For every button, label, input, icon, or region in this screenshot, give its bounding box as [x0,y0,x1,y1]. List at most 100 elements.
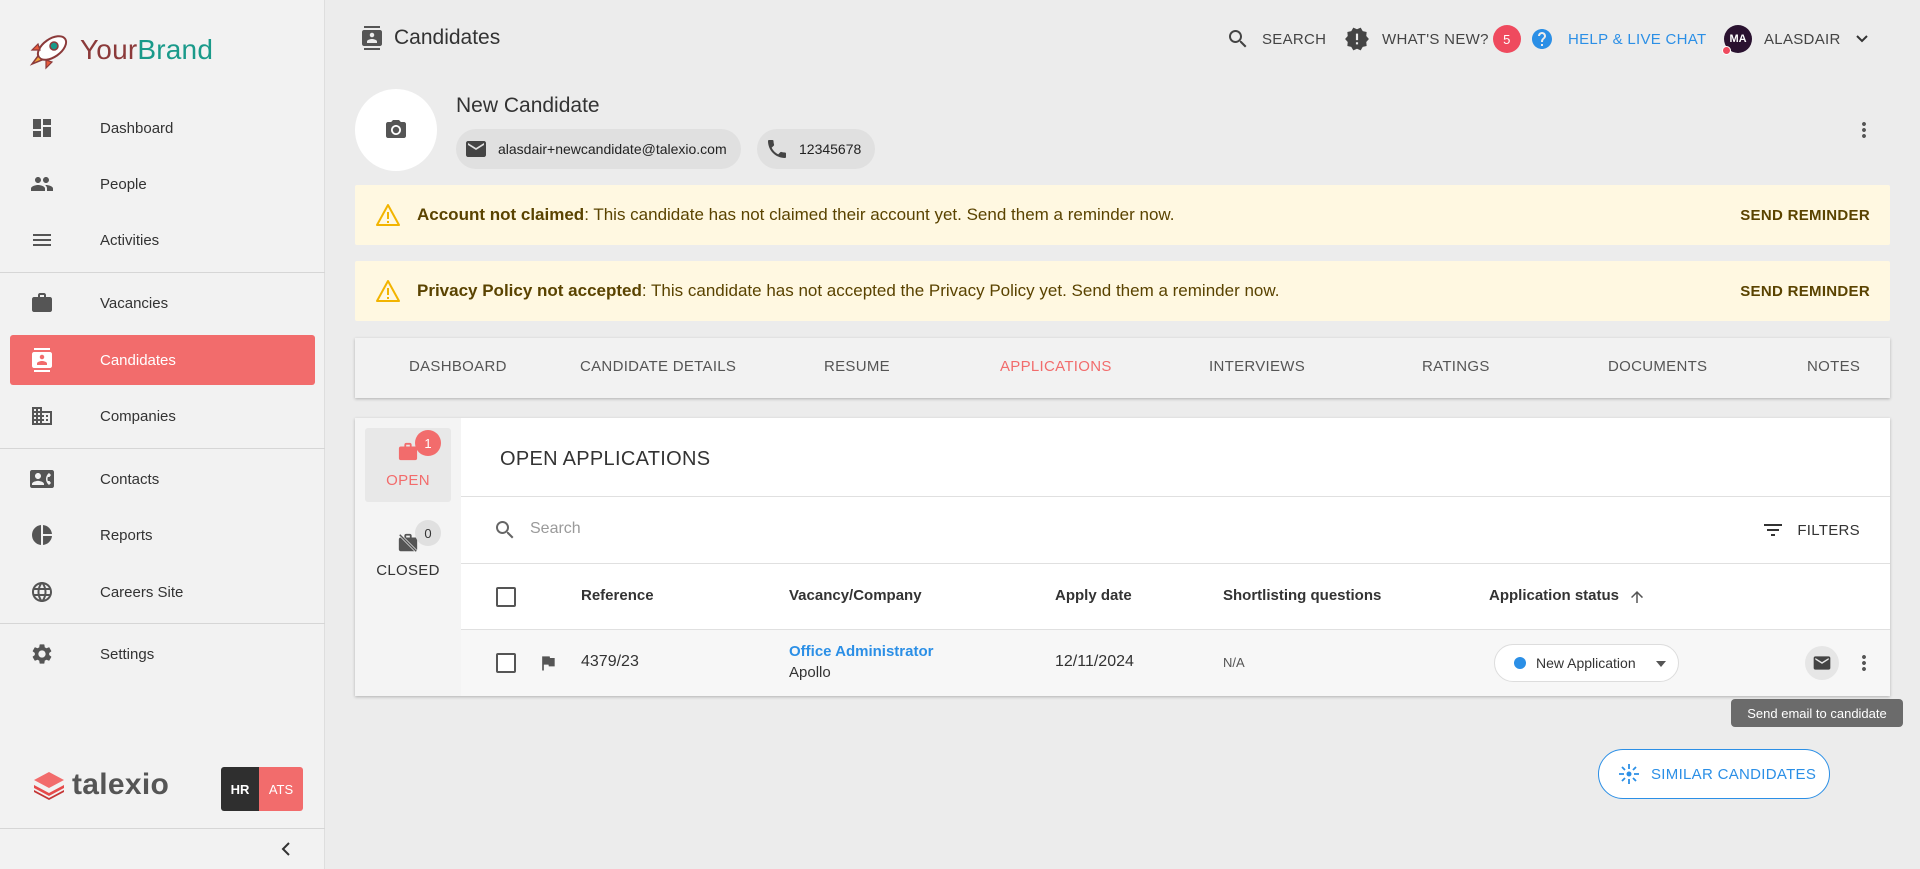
tab-interviews[interactable]: INTERVIEWS [1209,358,1305,375]
user-name: ALASDAIR [1764,30,1841,48]
warning-icon [376,280,400,302]
nav-divider [0,623,325,624]
tab-candidate-details[interactable]: CANDIDATE DETAILS [580,358,736,375]
brand-name-part2: Brand [137,34,214,65]
camera-icon [386,120,406,138]
sidebar-item-label: Vacancies [100,294,169,312]
collapse-sidebar-icon[interactable] [276,838,296,860]
phone-icon [768,140,786,158]
whats-new-button[interactable]: WHAT'S NEW? 5 [1344,24,1521,54]
closed-count-badge: 0 [415,520,441,546]
search-button[interactable]: SEARCH [1226,24,1326,54]
user-initials: MA [1729,33,1747,45]
status-value: New Application [1536,655,1636,671]
send-reminder-button[interactable]: SEND REMINDER [1740,207,1870,224]
email-text: alasdair+newcandidate@talexio.com [498,141,727,157]
select-all-checkbox[interactable] [496,587,516,607]
row-more-vert-icon[interactable] [1852,651,1876,675]
user-menu[interactable]: MA ALASDAIR [1722,24,1869,55]
sidebar: YourBrand Dashboard People Activities Va… [0,0,325,869]
open-count-badge: 1 [415,430,441,456]
tab-dashboard[interactable]: DASHBOARD [409,358,507,375]
whats-new-label: WHAT'S NEW? [1382,30,1489,48]
cell-vacancy-link[interactable]: Office Administrator [789,643,933,660]
sidebar-item-label: Activities [100,231,160,249]
sidebar-item-companies[interactable]: Companies [10,391,315,441]
sidebar-item-activities[interactable]: Activities [10,215,315,265]
open-label: OPEN [386,472,430,489]
tab-ratings[interactable]: RATINGS [1422,358,1490,375]
user-avatar[interactable]: MA [1722,25,1752,55]
column-header-reference[interactable]: Reference [581,587,654,604]
flag-icon[interactable] [538,653,558,673]
row-checkbox[interactable] [496,653,516,673]
candidate-name: New Candidate [456,94,600,117]
phone-text: 12345678 [799,141,862,157]
column-header-apply-date[interactable]: Apply date [1055,587,1132,604]
candidate-card-icon [362,26,382,50]
column-header-shortlisting[interactable]: Shortlisting questions [1223,587,1381,604]
talexio-mark-icon [34,772,64,800]
candidate-card-icon [32,348,52,372]
open-applications-tab[interactable]: 1 OPEN [365,428,451,502]
sidebar-item-candidates[interactable]: Candidates [10,335,315,385]
contacts-icon [30,470,54,488]
briefcase-icon [32,293,52,312]
applications-panel: 1 OPEN 0 CLOSED OPEN APPLICATIONS FILTER… [355,418,1890,696]
sidebar-item-label: Careers Site [100,583,184,601]
alert-message: : This candidate has not claimed their a… [584,205,1175,224]
hr-switch[interactable]: HR [221,767,259,811]
tab-resume[interactable]: RESUME [824,358,890,375]
tab-documents[interactable]: DOCUMENTS [1608,358,1707,375]
filters-button[interactable]: FILTERS [1761,518,1860,542]
applications-search-input[interactable] [530,514,1430,544]
candidate-photo-upload[interactable] [355,89,437,171]
sidebar-item-label: Contacts [100,470,160,488]
send-email-button[interactable] [1805,646,1839,680]
sidebar-item-settings[interactable]: Settings [10,629,315,679]
cell-company: Apollo [789,664,831,681]
sidebar-item-careers-site[interactable]: Careers Site [10,567,315,617]
applications-side-tabs: 1 OPEN 0 CLOSED [355,418,461,696]
cell-apply-date: 12/11/2024 [1055,653,1134,670]
tab-notes[interactable]: NOTES [1807,358,1860,375]
more-vert-icon[interactable] [1852,118,1876,142]
send-reminder-button[interactable]: SEND REMINDER [1740,283,1870,300]
help-live-chat-button[interactable]: HELP & LIVE CHAT [1530,24,1706,54]
closed-applications-tab[interactable]: 0 CLOSED [365,518,451,592]
whats-new-count-badge: 5 [1492,25,1521,53]
application-status-dropdown[interactable]: New Application [1494,644,1679,682]
search-label: SEARCH [1262,30,1327,48]
sidebar-item-dashboard[interactable]: Dashboard [10,103,315,153]
search-icon [496,521,514,539]
product-switch[interactable]: HR ATS [221,767,303,811]
nav-divider [0,448,325,449]
email-chip[interactable]: alasdair+newcandidate@talexio.com [456,129,741,169]
brand-logo[interactable]: YourBrand [28,30,213,70]
sidebar-item-contacts[interactable]: Contacts [10,454,315,504]
tab-applications[interactable]: APPLICATIONS [1000,358,1112,375]
column-header-application-status[interactable]: Application status [1489,587,1619,604]
announcement-icon [1345,27,1369,51]
sidebar-item-label: People [100,175,147,193]
sidebar-item-label: Companies [100,407,176,425]
panel-title: OPEN APPLICATIONS [500,448,711,470]
alert-message: : This candidate has not accepted the Pr… [641,281,1280,300]
divider [461,496,1890,497]
divider [0,828,325,829]
filters-label: FILTERS [1797,521,1860,539]
sort-ascending-icon[interactable] [1628,588,1646,606]
candidate-tabs: DASHBOARD CANDIDATE DETAILS RESUME APPLI… [355,338,1890,398]
nav-divider [0,272,325,273]
ats-switch[interactable]: ATS [259,767,303,811]
page-title: Candidates [360,26,500,50]
column-header-vacancy-company[interactable]: Vacancy/Company [789,587,922,604]
sidebar-item-vacancies[interactable]: Vacancies [10,278,315,328]
alert-title: Privacy Policy not accepted [417,281,642,300]
similar-candidates-button[interactable]: SIMILAR CANDIDATES [1598,749,1830,799]
phone-chip[interactable]: 12345678 [757,129,876,169]
sidebar-item-people[interactable]: People [10,159,315,209]
status-dot [1514,657,1526,669]
similar-candidates-icon [1619,764,1639,784]
sidebar-item-reports[interactable]: Reports [10,510,315,560]
